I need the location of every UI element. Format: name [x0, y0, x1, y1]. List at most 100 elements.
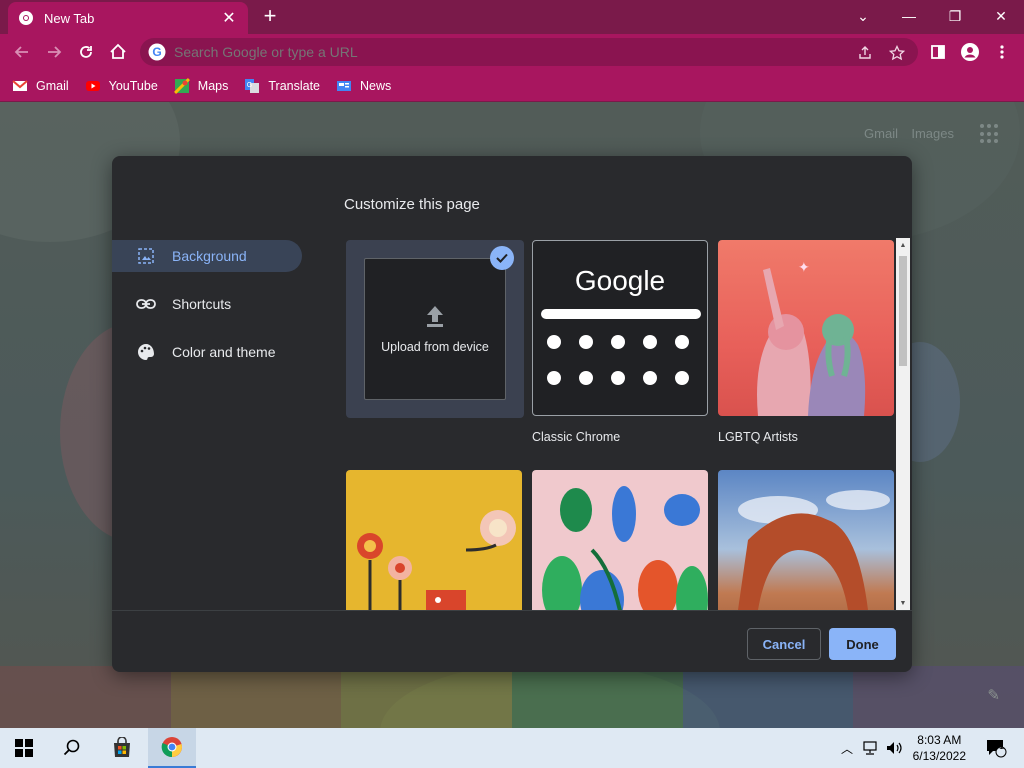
upload-tile[interactable]: Upload from device — [346, 240, 524, 418]
new-tab-button[interactable]: + — [258, 5, 282, 29]
reload-icon — [80, 46, 92, 58]
scroll-up-arrow-icon[interactable]: ▲ — [896, 238, 910, 252]
svg-text:G: G — [247, 82, 252, 89]
scroll-down-arrow-icon[interactable]: ▼ — [896, 596, 910, 610]
scrollbar[interactable]: ▲ ▼ — [896, 238, 910, 610]
omnibox-input[interactable] — [174, 44, 918, 60]
arrow-right-icon — [48, 46, 62, 58]
bookmark-news[interactable]: News — [336, 78, 391, 94]
tile-label: Classic Chrome — [532, 430, 621, 444]
upload-icon — [427, 306, 443, 327]
network-icon[interactable] — [860, 728, 882, 768]
upload-from-device-button[interactable]: Upload from device — [364, 258, 506, 400]
tile-arch-landscape[interactable] — [718, 470, 894, 610]
google-g-icon: G — [148, 43, 166, 61]
menu-button[interactable] — [990, 40, 1014, 64]
tile-yellow-flowers[interactable] — [346, 470, 522, 610]
cancel-button[interactable]: Cancel — [747, 628, 821, 660]
bookmark-label: YouTube — [108, 78, 158, 93]
tab-strip: New Tab ✕ + ⌄ — ❐ ✕ — [0, 0, 1024, 34]
star-icon[interactable] — [886, 42, 908, 64]
rainbow-stripes — [0, 666, 1024, 728]
shortcut-dots — [547, 335, 689, 385]
home-button[interactable] — [106, 40, 130, 64]
clock[interactable]: 8:03 AM 6/13/2022 — [913, 732, 966, 764]
arch-artwork — [738, 490, 890, 610]
chevron-up-icon[interactable]: ︿ — [838, 728, 856, 768]
side-panel-button[interactable] — [926, 40, 950, 64]
store-icon — [114, 737, 130, 757]
minimize-button[interactable]: — — [886, 2, 932, 30]
volume-icon[interactable] — [884, 728, 906, 768]
upload-label: Upload from device — [381, 340, 489, 354]
nav-label: Color and theme — [172, 344, 276, 360]
bookmark-youtube[interactable]: YouTube — [85, 78, 158, 94]
bookmark-maps[interactable]: Maps — [173, 77, 229, 94]
svg-text:G: G — [152, 45, 161, 59]
palette-icon — [136, 342, 156, 362]
tile-classic-chrome[interactable]: Google — [532, 240, 708, 416]
reload-button[interactable] — [74, 40, 98, 64]
bookmark-label: Maps — [197, 78, 229, 93]
background-grid: Upload from device Google Classic Chrome… — [344, 238, 912, 610]
dialog-title: Customize this page — [344, 196, 480, 213]
forward-button[interactable] — [42, 40, 66, 64]
flowers-artwork — [357, 510, 516, 610]
lgbtq-artwork: ✦ — [757, 260, 866, 416]
apps-grid-icon[interactable] — [980, 124, 1000, 144]
pencil-icon[interactable]: ✎ — [987, 686, 1000, 704]
toolbar: G — [0, 34, 1024, 70]
maps-icon — [173, 77, 190, 94]
nav-background[interactable]: Background — [112, 240, 302, 272]
notification-center-button[interactable]: 1 — [978, 728, 1014, 768]
dialog-divider — [112, 610, 912, 611]
gmail-link[interactable]: Gmail — [864, 126, 898, 141]
home-icon — [110, 43, 126, 59]
bookmark-label: Translate — [268, 78, 321, 93]
share-icon[interactable] — [854, 42, 876, 64]
bookmark-gmail[interactable]: Gmail — [12, 78, 69, 94]
nav-color-and-theme[interactable]: Color and theme — [112, 336, 302, 368]
chrome-icon — [161, 737, 182, 758]
profile-button[interactable] — [958, 40, 982, 64]
search-icon — [63, 739, 80, 756]
translate-icon: G — [245, 78, 260, 93]
image-icon — [136, 246, 156, 266]
tab-search-icon[interactable]: ⌄ — [840, 2, 886, 30]
done-button[interactable]: Done — [829, 628, 896, 660]
start-button[interactable] — [0, 728, 48, 768]
gmail-icon — [12, 79, 28, 91]
chrome-icon — [19, 11, 33, 25]
restore-button[interactable]: ❐ — [932, 2, 978, 30]
store-button[interactable] — [98, 728, 146, 768]
scroll-thumb[interactable] — [899, 256, 907, 366]
tile-colorful-leaves[interactable] — [532, 470, 708, 610]
search-bar-preview — [541, 309, 701, 319]
clock-date: 6/13/2022 — [912, 749, 966, 763]
arrow-left-icon — [14, 46, 28, 58]
bookmark-label: Gmail — [36, 78, 69, 93]
nav-label: Background — [172, 248, 247, 264]
notification-count: 1 — [999, 741, 1005, 751]
bookmark-translate[interactable]: G Translate — [244, 78, 320, 94]
nav-shortcuts[interactable]: Shortcuts — [112, 288, 302, 320]
side-panel-icon — [931, 45, 945, 59]
omnibox[interactable]: G — [140, 38, 918, 66]
chrome-taskbar-button[interactable] — [148, 728, 196, 768]
svg-text:✦: ✦ — [798, 260, 810, 276]
tab-title: New Tab — [44, 10, 95, 26]
search-button[interactable] — [48, 728, 96, 768]
link-icon — [136, 294, 156, 314]
news-icon — [337, 80, 352, 91]
bookmark-label: News — [360, 78, 392, 93]
tab-new-tab[interactable]: New Tab ✕ — [8, 2, 248, 34]
tile-lgbtq-artists[interactable]: ✦ — [718, 240, 894, 416]
close-icon[interactable]: ✕ — [220, 8, 238, 28]
kebab-menu-icon — [1000, 45, 1004, 59]
back-button[interactable] — [10, 40, 34, 64]
nav-label: Shortcuts — [172, 296, 232, 312]
leaves-artwork — [542, 486, 708, 610]
images-link[interactable]: Images — [911, 126, 954, 141]
windows-taskbar: ︿ 8:03 AM 6/13/2022 1 — [0, 728, 1024, 768]
window-close-button[interactable]: ✕ — [978, 2, 1024, 30]
